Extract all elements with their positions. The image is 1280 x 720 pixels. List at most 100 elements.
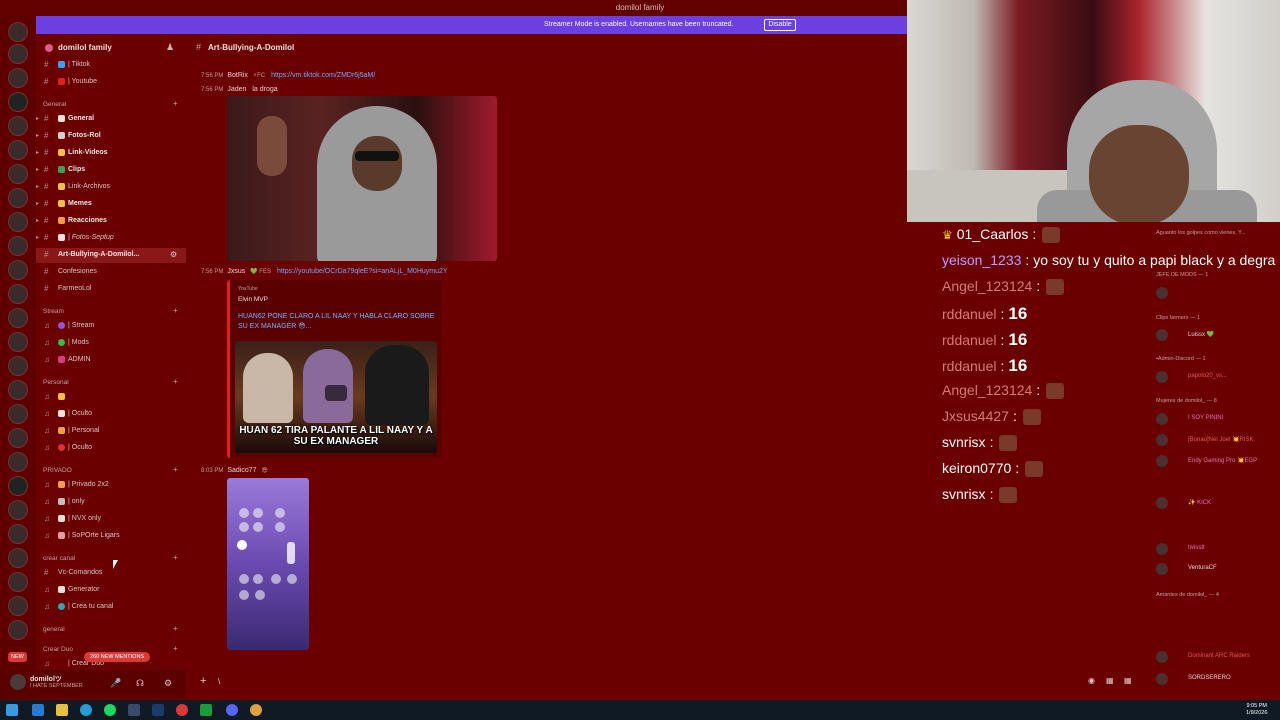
server-icon[interactable]	[8, 380, 28, 400]
server-icon[interactable]	[8, 404, 28, 424]
channel-locked[interactable]: ♫	[36, 390, 186, 405]
channel-oculto[interactable]: ♫ | Oculto	[36, 407, 186, 422]
category-crear-duo[interactable]: Crear Duo	[43, 646, 73, 653]
member-item[interactable]	[1156, 286, 1280, 300]
app-icon[interactable]	[128, 704, 140, 716]
server-icon[interactable]	[8, 548, 28, 568]
spotify-icon[interactable]	[104, 704, 116, 716]
channel-art-bullying[interactable]: # Art-Bullying-A-Domilol... ⚙	[36, 248, 186, 263]
server-icon[interactable]	[8, 260, 28, 280]
channel-oculto-2[interactable]: ♫ | Oculto	[36, 441, 186, 456]
category-general-2[interactable]: general	[43, 626, 65, 633]
gear-icon[interactable]: ⚙	[164, 678, 172, 689]
app-icon[interactable]	[176, 704, 188, 716]
embed-author[interactable]: Elvin MVP	[238, 296, 268, 303]
channel-soporte-ligars[interactable]: ♫ | SoPOrte Ligars	[36, 529, 186, 544]
channel-admin[interactable]: ♫ ADMIN	[36, 353, 186, 368]
disable-streamer-mode-button[interactable]: Disable	[764, 19, 796, 31]
channel-stream[interactable]: ♫ | Stream	[36, 319, 186, 334]
category-general[interactable]: General	[43, 101, 66, 108]
sticker-icon[interactable]: ▦	[1124, 676, 1132, 685]
server-icon[interactable]	[8, 500, 28, 520]
server-icon[interactable]	[8, 572, 28, 592]
add-channel-icon[interactable]: +	[173, 377, 178, 386]
chrome-icon[interactable]	[250, 704, 262, 716]
add-channel-icon[interactable]: +	[173, 644, 178, 653]
server-icon[interactable]	[8, 140, 28, 160]
server-icon[interactable]	[8, 188, 28, 208]
message-input[interactable]	[218, 673, 1058, 689]
member-item[interactable]: Dominant ARC Raiders	[1156, 650, 1280, 664]
message-image[interactable]	[227, 478, 309, 650]
add-channel-icon[interactable]: +	[173, 465, 178, 474]
new-mentions-pill[interactable]: 260 NEW MENTIONS	[84, 652, 151, 662]
server-icon[interactable]	[8, 284, 28, 304]
microphone-icon[interactable]: 🎤	[110, 678, 121, 689]
channel-nvx-only[interactable]: ♫ | NVX only	[36, 512, 186, 527]
add-channel-icon[interactable]: +	[173, 306, 178, 315]
server-icon[interactable]	[8, 620, 28, 640]
invite-icon[interactable]: ♟	[166, 42, 174, 53]
add-channel-icon[interactable]: +	[173, 553, 178, 562]
new-badge[interactable]: NEW	[8, 652, 27, 662]
server-icon[interactable]	[8, 308, 28, 328]
member-item[interactable]: twisstt	[1156, 542, 1280, 556]
server-icon[interactable]	[8, 452, 28, 472]
gift-icon[interactable]: ◉	[1088, 676, 1095, 685]
server-icon[interactable]	[8, 164, 28, 184]
server-icon[interactable]	[8, 428, 28, 448]
channel-general[interactable]: ▸ # General	[36, 112, 186, 127]
guild-header[interactable]: domilol family ♟	[36, 40, 186, 56]
category-personal[interactable]: Personal	[43, 379, 69, 386]
channel-fotos-rol[interactable]: ▸ # Fotos-Rol	[36, 129, 186, 144]
member-item[interactable]: VenturaCF	[1156, 562, 1280, 576]
file-explorer-icon[interactable]	[56, 704, 68, 716]
category-privado[interactable]: PRIVADO	[43, 467, 72, 474]
discord-icon[interactable]	[226, 704, 238, 716]
avatar[interactable]	[10, 674, 26, 690]
embed-title[interactable]: HUAN62 PONE CLARO A LIL NAAY Y HABLA CLA…	[238, 312, 438, 332]
channel-mods[interactable]: ♫ | Mods	[36, 336, 186, 351]
member-item[interactable]: SORDSERERO	[1156, 672, 1280, 686]
server-icon[interactable]	[8, 92, 28, 112]
channel-farmeolol[interactable]: # FarmeoLol	[36, 282, 186, 297]
member-item[interactable]: Endy Gaming Pro 💥EGP	[1156, 454, 1280, 468]
play-icon[interactable]	[325, 385, 347, 401]
add-channel-icon[interactable]: +	[173, 99, 178, 108]
server-icon[interactable]	[8, 596, 28, 616]
member-item[interactable]: [Bonao]Nel Joel 💥RISK	[1156, 433, 1280, 447]
clock[interactable]: 9:05 PM 1/9/2026	[1246, 703, 1267, 717]
category-crear-canal[interactable]: crear canal	[43, 555, 75, 562]
gif-icon[interactable]: ▦	[1106, 676, 1114, 685]
channel-personal[interactable]: ♫ | Personal	[36, 424, 186, 439]
channel-only[interactable]: ♫ | only	[36, 495, 186, 510]
server-icon[interactable]	[8, 356, 28, 376]
server-icon[interactable]	[8, 524, 28, 544]
server-icon[interactable]	[8, 116, 28, 136]
channel-link-archivos[interactable]: ▸ # Link-Archivos	[36, 180, 186, 195]
add-channel-icon[interactable]: +	[173, 624, 178, 633]
windows-start-icon[interactable]	[6, 704, 18, 716]
channel-fotos-septup[interactable]: ▸ # | Fotos-Septup	[36, 231, 186, 246]
message-link[interactable]: https://vm.tiktok.com/ZMDr6j5aM/	[271, 72, 375, 79]
gear-icon[interactable]: ⚙	[170, 250, 177, 259]
channel-tiktok[interactable]: # | Tiktok	[36, 58, 186, 73]
steam-icon[interactable]	[152, 704, 164, 716]
channel-memes[interactable]: ▸ # Memes	[36, 197, 186, 212]
channel-clips[interactable]: ▸ # Clips	[36, 163, 186, 178]
video-thumbnail[interactable]: HUAN 62 TIRA PALANTE A LIL NAAY Y A SU E…	[235, 341, 437, 453]
task-view-icon[interactable]	[32, 704, 44, 716]
add-attachment-icon[interactable]: +	[200, 675, 206, 687]
message-author[interactable]: Sadico77	[227, 467, 256, 474]
channel-youtube[interactable]: # | Youtube	[36, 75, 186, 90]
message-image[interactable]	[227, 96, 497, 261]
edge-icon[interactable]	[80, 704, 92, 716]
member-item[interactable]: I SOY PININI	[1156, 412, 1280, 426]
server-icon[interactable]	[8, 332, 28, 352]
channel-privado-2x2[interactable]: ♫ | Privado 2x2	[36, 478, 186, 493]
message-author[interactable]: BotRix	[227, 72, 248, 79]
member-item[interactable]: Luissx 💚	[1156, 328, 1280, 342]
message-author[interactable]: Jxsus	[227, 268, 245, 275]
category-stream[interactable]: Stream	[43, 308, 64, 315]
channel-link-videos[interactable]: ▸ # Link-Videos	[36, 146, 186, 161]
